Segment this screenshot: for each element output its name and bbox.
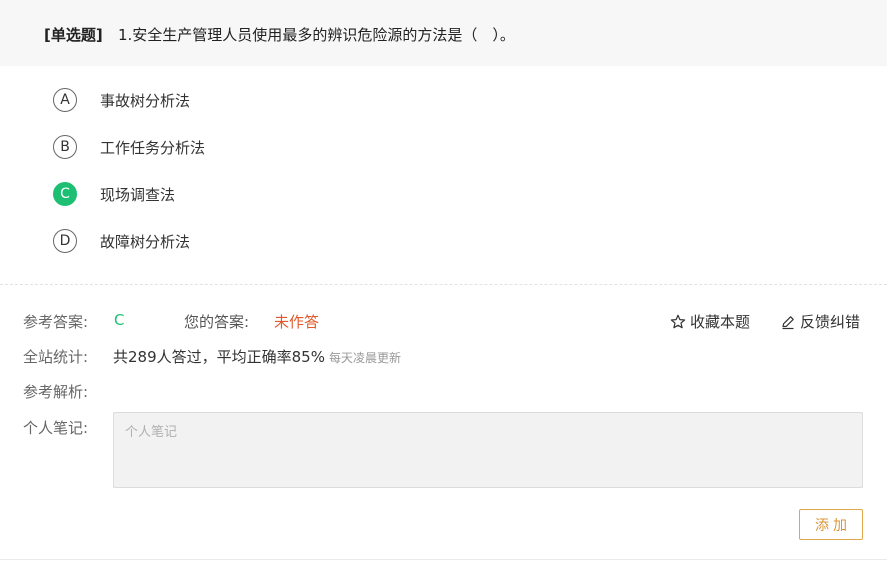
your-answer-label: 您的答案: [184, 313, 250, 331]
your-answer-value: 未作答 [274, 313, 320, 331]
stats-summary: 共289人答过，平均正确率85% [113, 348, 325, 366]
question-text: 1.安全生产管理人员使用最多的辨识危险源的方法是（ ）。 [118, 26, 515, 44]
option-a-text: 事故树分析法 [100, 91, 191, 110]
question-type: [单选题] [44, 26, 103, 44]
stats-text: 共289人答过，平均正确率85% 每天凌晨更新 [113, 346, 401, 367]
analysis-label: 参考解析: [23, 383, 89, 401]
option-d[interactable]: D 故障树分析法 [53, 228, 453, 254]
bottom-divider [0, 559, 887, 560]
pencil-icon [780, 314, 796, 330]
add-note-button[interactable]: 添加 [799, 509, 863, 540]
option-b-letter: B [53, 135, 77, 159]
option-b[interactable]: B 工作任务分析法 [53, 134, 453, 160]
notes-input[interactable] [113, 412, 863, 488]
option-d-text: 故障树分析法 [100, 232, 191, 251]
option-d-letter: D [53, 229, 77, 253]
option-c-text: 现场调查法 [100, 185, 176, 204]
star-icon [670, 314, 686, 330]
ref-answer-label: 参考答案: [23, 313, 89, 331]
question-header: [单选题] 1.安全生产管理人员使用最多的辨识危险源的方法是（ ）。 [0, 0, 887, 66]
option-a[interactable]: A 事故树分析法 [53, 87, 453, 113]
option-c[interactable]: C 现场调查法 [53, 181, 453, 207]
favorite-button[interactable]: 收藏本题 [670, 311, 750, 332]
feedback-button[interactable]: 反馈纠错 [780, 311, 860, 332]
section-divider [0, 284, 887, 285]
notes-label: 个人笔记: [23, 419, 89, 437]
option-a-letter: A [53, 88, 77, 112]
feedback-label: 反馈纠错 [800, 313, 861, 331]
stats-label: 全站统计: [23, 348, 89, 366]
stats-update-note: 每天凌晨更新 [328, 351, 401, 365]
option-b-text: 工作任务分析法 [100, 138, 206, 157]
favorite-label: 收藏本题 [690, 313, 751, 331]
ref-answer-value: C [114, 311, 125, 329]
option-c-letter: C [53, 182, 77, 206]
